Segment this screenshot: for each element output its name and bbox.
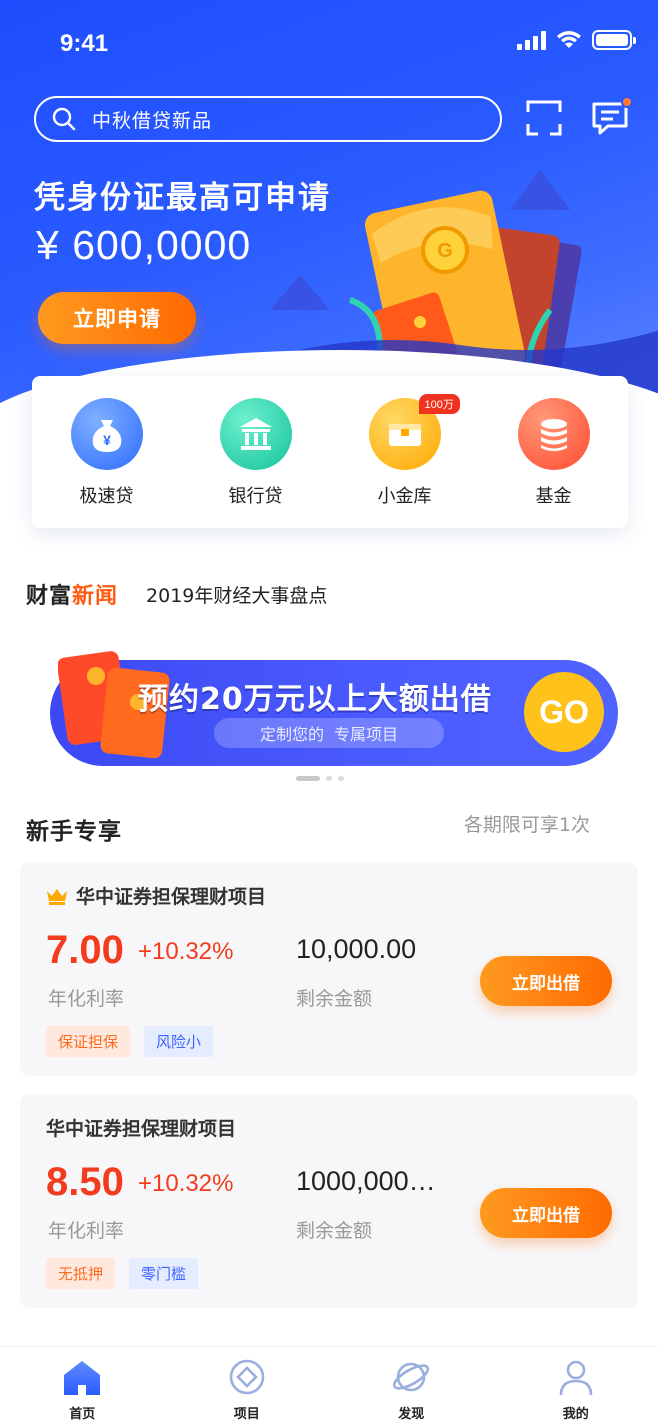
category-label: 极速贷 [79,486,134,507]
banner-title: 预约20万元以上大额出借 [138,682,492,717]
news-brand: 财富新闻 [26,578,118,610]
money-bag-icon: ¥ [70,398,143,470]
product-rate-label: 年化利率 [48,988,125,1010]
scan-icon[interactable] [524,98,564,138]
invest-button[interactable]: 立即出借 [480,1188,612,1238]
apply-button[interactable]: 立即申请 [38,292,196,344]
tab-profile[interactable]: 我的 [526,1347,626,1425]
tab-label: 首页 [69,1407,96,1422]
product-rate: 7.00 [46,928,124,972]
tab-bar: 首页 项目 发现 我的 [0,1346,658,1425]
crown-icon [47,889,67,905]
project-icon [229,1359,265,1395]
product-tag: 零门槛 [129,1258,199,1289]
search-bar[interactable]: 中秋借贷新品 [34,96,502,142]
news-brand-part1: 财富 [26,584,73,609]
category-label: 银行贷 [228,486,283,507]
message-badge [621,96,633,108]
product-tag: 保证担保 [46,1026,131,1057]
product-amount: 1000,000… [296,1166,436,1196]
banner-subtitle-part1: 定制您的 [259,725,324,744]
category-item-bank-loan[interactable]: 银行贷 [196,398,316,528]
product-bonus: +10.32% [138,1170,234,1197]
product-rate-label: 年化利率 [48,1220,125,1242]
status-icons [517,30,636,50]
news-headline[interactable]: 2019年财经大事盘点 [146,581,327,608]
news-ticker[interactable]: 财富新闻 2019年财经大事盘点 [26,578,327,610]
product-bonus: +10.32% [138,938,234,965]
product-amount-label: 剩余金额 [296,988,373,1010]
search-placeholder: 中秋借贷新品 [92,109,213,132]
svg-text:¥: ¥ [103,432,111,448]
category-badge: 100万 [418,394,460,414]
product-amount: 10,000.00 [296,934,417,964]
product-name-text: 华中证券担保理财项目 [76,886,267,908]
section-note: 各期限可享1次 [463,814,590,836]
status-bar: 9:41 [0,0,658,88]
category-card: ¥ 极速贷 银行贷 100万 小金库 基金 [32,376,628,528]
product-tags: 无抵押 零门槛 [46,1258,199,1289]
message-button[interactable] [590,96,633,138]
product-rate: 8.50 [46,1160,124,1204]
product-card[interactable]: 华中证券担保理财项目 8.50 +10.32% 年化利率 1000,000… 剩… [20,1094,638,1308]
tab-label: 项目 [233,1407,260,1422]
banner-subtitle-part2: 专属项目 [334,725,399,744]
bank-icon [219,398,292,470]
tab-discover[interactable]: 发现 [361,1347,461,1425]
invest-button[interactable]: 立即出借 [480,956,612,1006]
product-amount-label: 剩余金额 [296,1220,373,1242]
category-item-fund[interactable]: 基金 [494,398,614,528]
category-item-quick-loan[interactable]: ¥ 极速贷 [47,398,167,528]
home-icon [64,1361,101,1395]
tab-label: 发现 [398,1407,425,1422]
product-tag: 无抵押 [46,1258,116,1289]
product-name: 华中证券担保理财项目 [46,882,266,909]
news-brand-part2: 新闻 [72,584,119,609]
product-name: 华中证券担保理财项目 [46,1118,237,1140]
tab-home[interactable]: 首页 [32,1347,132,1425]
category-label: 小金库 [377,486,432,507]
product-card[interactable]: 华中证券担保理财项目 7.00 +10.32% 年化利率 10,000.00 剩… [20,862,638,1076]
product-tags: 保证担保 风险小 [46,1026,214,1057]
coins-icon [517,398,590,470]
category-item-treasury[interactable]: 100万 小金库 [345,394,465,528]
hero-amount: ¥ 600,0000 [36,222,252,268]
promo-banner[interactable]: 预约20万元以上大额出借 定制您的 专属项目 GO [50,651,618,766]
carousel-indicator[interactable] [296,776,344,781]
profile-icon [559,1360,593,1396]
category-label: 基金 [535,486,572,507]
signal-icon [517,30,546,50]
banner-subtitle: 定制您的 专属项目 [214,718,444,748]
product-tag: 风险小 [144,1026,214,1057]
tab-label: 我的 [562,1407,589,1422]
go-button[interactable]: GO [524,672,604,752]
tab-project[interactable]: 项目 [197,1347,297,1425]
carousel-dot[interactable] [338,776,344,781]
wifi-icon [557,31,581,48]
search-icon [52,107,76,131]
section-title: 新手专享 [26,819,122,845]
carousel-dot[interactable] [296,776,320,781]
battery-icon [592,30,636,50]
svg-text:G: G [437,240,453,262]
discover-icon [393,1362,430,1392]
status-time: 9:41 [60,30,109,57]
carousel-dot[interactable] [326,776,332,781]
